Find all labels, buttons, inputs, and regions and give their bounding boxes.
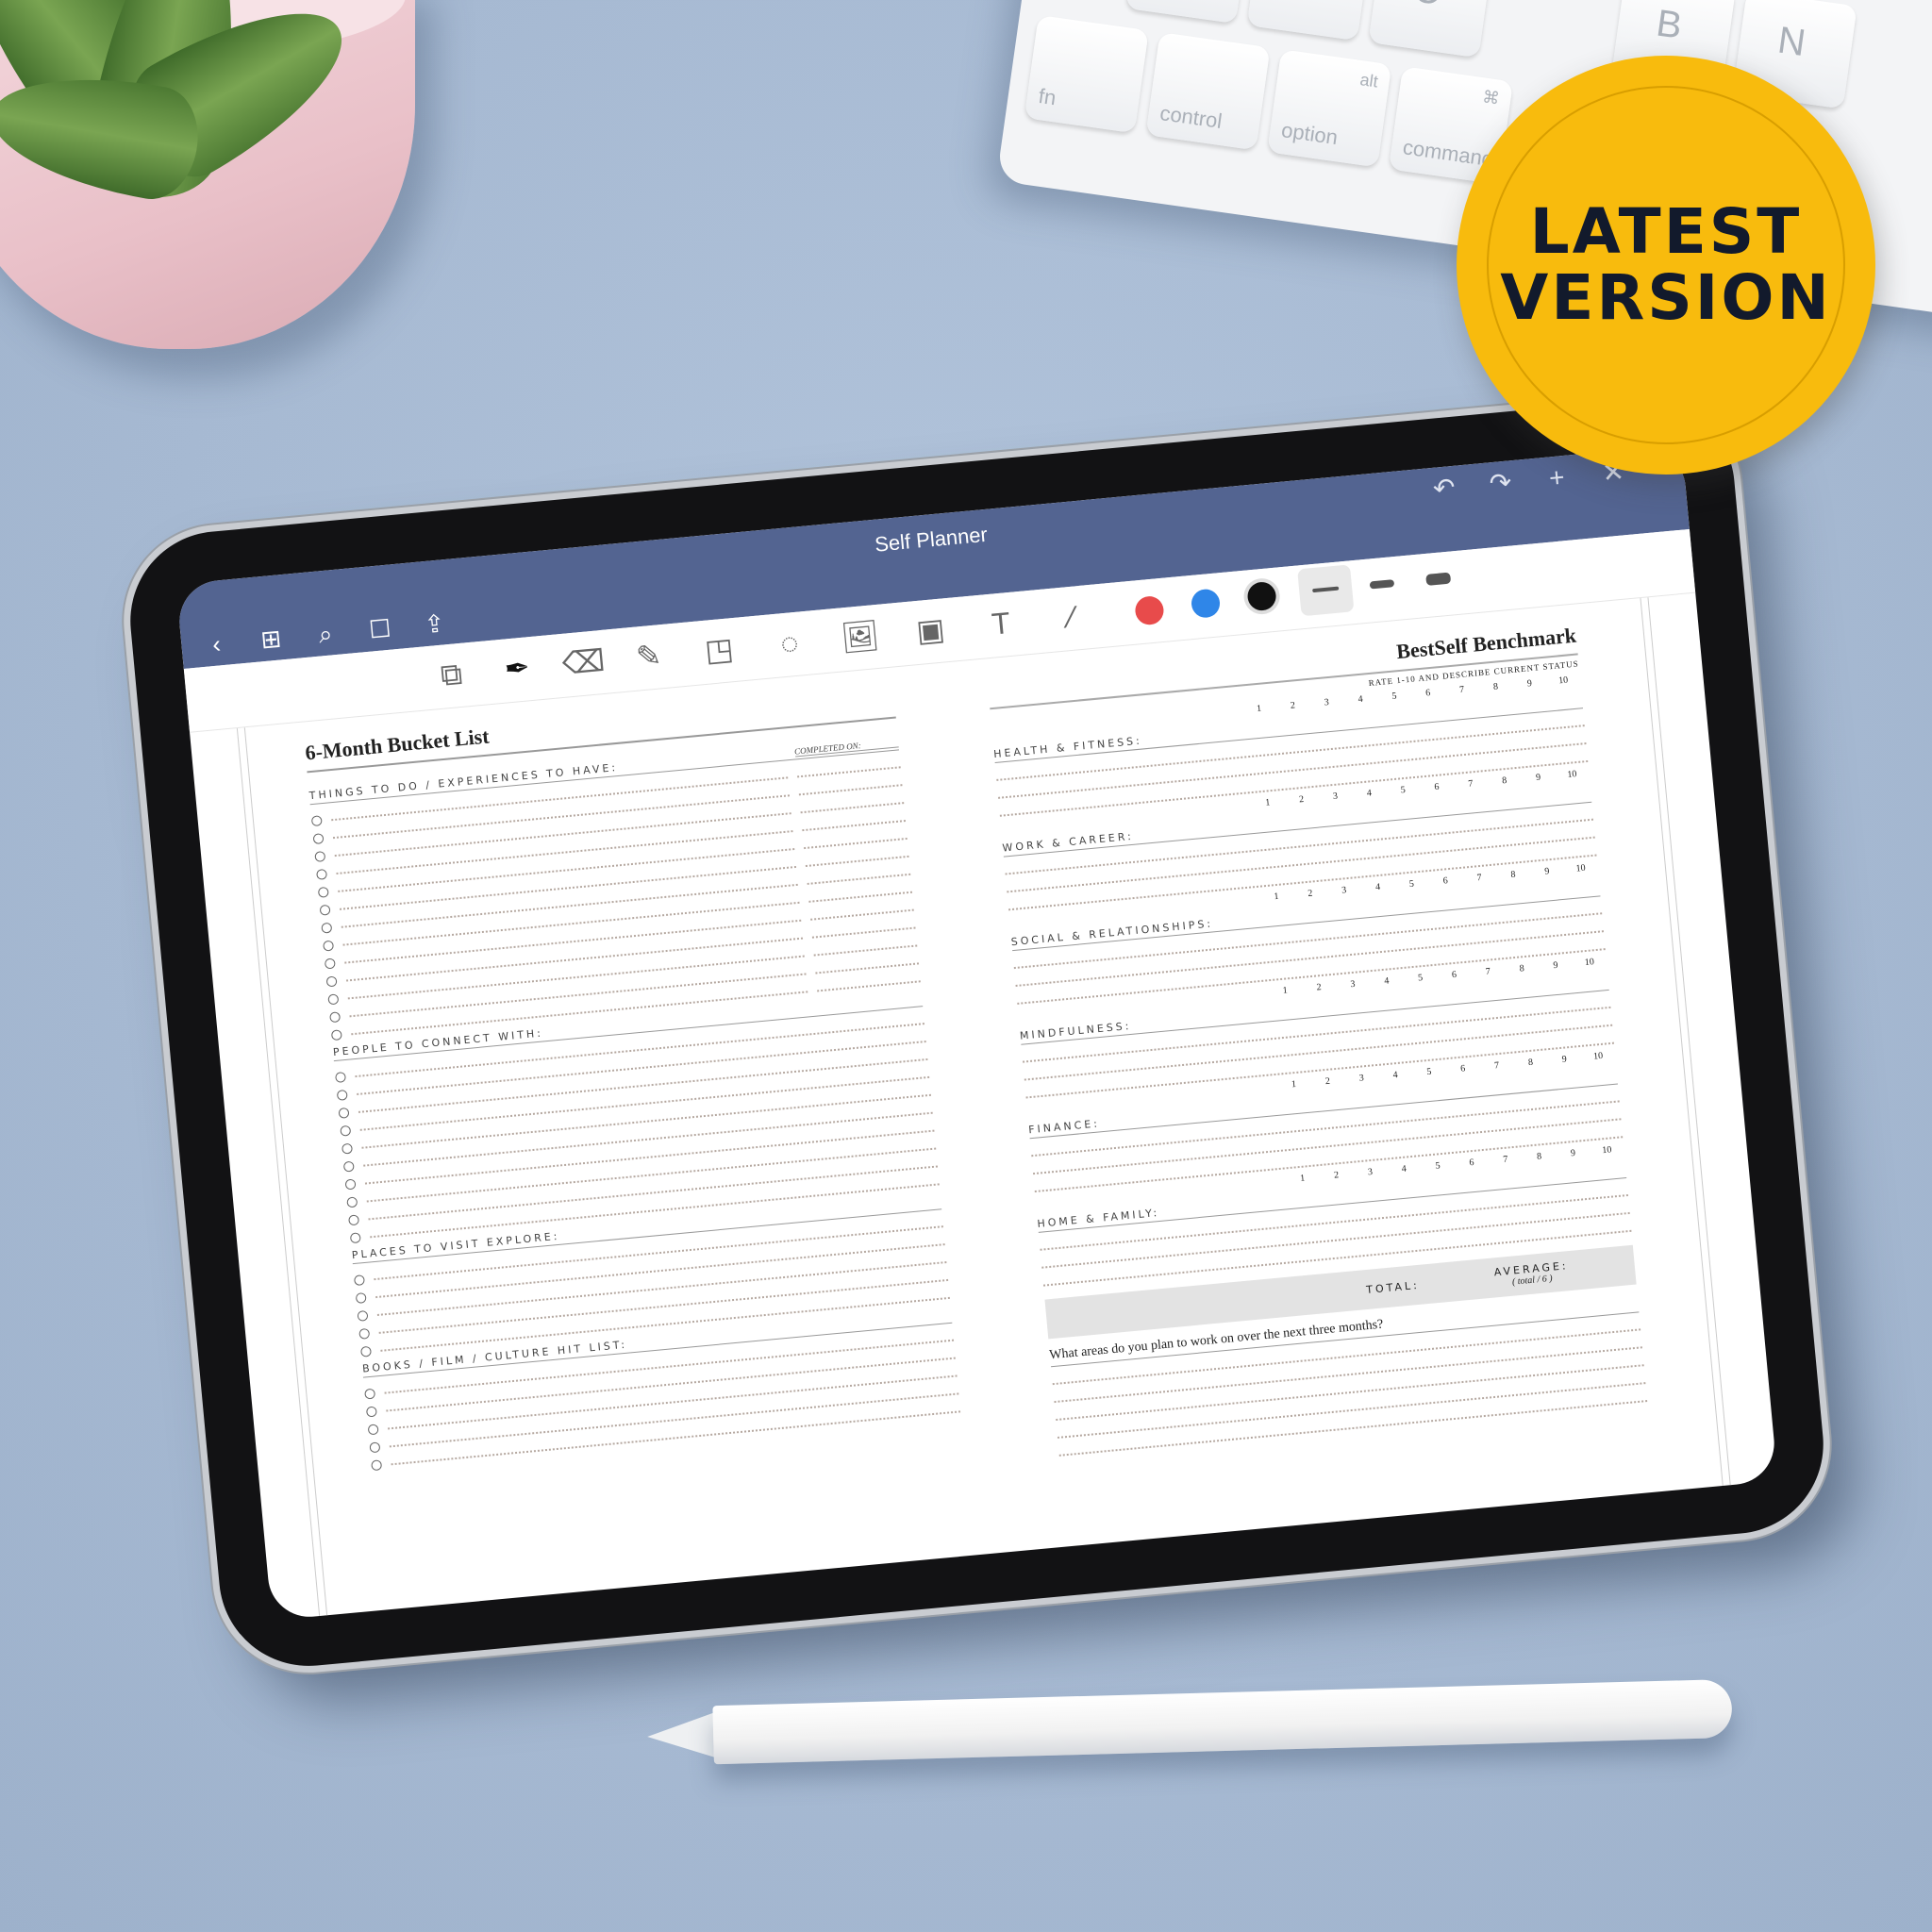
lasso-icon[interactable]: ◌ xyxy=(767,621,812,666)
left-page: 6-Month Bucket List THINGS TO DO / EXPER… xyxy=(208,662,1029,1619)
key-label: option xyxy=(1279,118,1340,150)
color-swatch-black[interactable] xyxy=(1246,580,1277,612)
pen-icon[interactable]: ✒ xyxy=(494,645,540,691)
image-icon[interactable]: 🖼 xyxy=(838,614,883,659)
key: X xyxy=(1246,0,1372,42)
apple-pencil xyxy=(646,1678,1733,1766)
key: Z xyxy=(1124,0,1251,25)
search-icon[interactable]: ⌕ xyxy=(310,619,341,650)
link-icon[interactable]: ∕ xyxy=(1049,594,1094,640)
key-label: B xyxy=(1654,2,1685,47)
highlighter-icon[interactable]: ✎ xyxy=(626,633,672,678)
key: C xyxy=(1368,0,1493,58)
key-label: alt xyxy=(1358,70,1380,92)
ipad: Self Planner ‹ ⊞ ⌕ ☐ ⇪ ↶ ↷ + ✕ ⧉ ✒ ⌫ ✎ ◳… xyxy=(122,391,1832,1674)
key: control xyxy=(1145,32,1271,151)
planner-spread: 6-Month Bucket List THINGS TO DO / EXPER… xyxy=(190,593,1777,1621)
key-label: C xyxy=(1411,0,1444,14)
thickness-thin-button[interactable] xyxy=(1297,564,1355,617)
plus-icon[interactable]: + xyxy=(1541,462,1573,493)
latest-version-badge: LATEST VERSION xyxy=(1457,56,1875,475)
badge-line-1: LATEST xyxy=(1529,195,1803,268)
key: option alt xyxy=(1267,49,1392,168)
shapes-icon[interactable]: ◳ xyxy=(696,627,741,673)
redo-icon[interactable]: ↷ xyxy=(1485,467,1516,499)
key-label: ⌘ xyxy=(1481,87,1501,108)
pencil-body xyxy=(712,1678,1733,1765)
page-rotate-icon[interactable]: ⧉ xyxy=(429,652,475,697)
color-swatch-blue[interactable] xyxy=(1190,588,1222,619)
camera-icon[interactable]: ▣ xyxy=(908,608,953,653)
thickness-thick-button[interactable] xyxy=(1425,572,1452,586)
right-page: BestSelf Benchmark RATE 1-10 AND DESCRIB… xyxy=(947,594,1758,1550)
screen: Self Planner ‹ ⊞ ⌕ ☐ ⇪ ↶ ↷ + ✕ ⧉ ✒ ⌫ ✎ ◳… xyxy=(175,444,1778,1621)
color-swatch-red[interactable] xyxy=(1134,594,1165,626)
key: fn xyxy=(1024,14,1149,134)
thickness-medium-button[interactable] xyxy=(1369,579,1395,590)
text-icon[interactable]: T xyxy=(978,601,1024,646)
back-icon[interactable]: ‹ xyxy=(201,628,232,659)
checkbox[interactable] xyxy=(371,1459,383,1472)
undo-icon[interactable]: ↶ xyxy=(1429,473,1460,504)
badge-line-2: VERSION xyxy=(1500,261,1832,334)
grid-icon[interactable]: ⊞ xyxy=(256,624,287,655)
bookmark-icon[interactable]: ☐ xyxy=(364,613,395,644)
key-label: fn xyxy=(1037,83,1058,110)
share-icon[interactable]: ⇪ xyxy=(419,608,450,640)
key-label: control xyxy=(1158,101,1224,133)
key-label: N xyxy=(1774,19,1808,65)
potted-succulent xyxy=(0,0,472,358)
pencil-tip xyxy=(646,1711,719,1761)
eraser-icon[interactable]: ⌫ xyxy=(560,640,606,685)
total-label: TOTAL: xyxy=(1365,1278,1421,1296)
